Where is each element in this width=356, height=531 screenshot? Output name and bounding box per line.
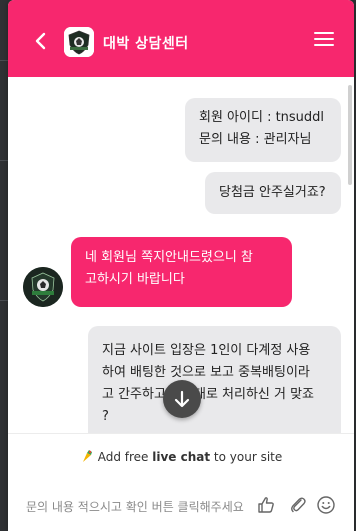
branding-bold: live chat xyxy=(152,450,211,464)
message-line: 회원 아이디 : tnsuddl xyxy=(199,110,325,125)
message-line: 고하시기 바랍니다 xyxy=(85,272,185,287)
paperclip-icon xyxy=(291,497,306,513)
message-line: 당첨금 안주실거죠? xyxy=(219,185,326,200)
message-line: 문의 내용 : 관리자님 xyxy=(199,132,312,147)
brand-logo xyxy=(64,27,94,57)
attach-button[interactable] xyxy=(288,495,308,515)
branding-prefix: Add free xyxy=(97,450,153,464)
back-button[interactable] xyxy=(30,30,52,52)
emoji-icon xyxy=(317,496,335,514)
message-line: 고 간주하고 규정대로 처리하신 거 맞죠 xyxy=(102,387,315,402)
background-divider xyxy=(0,160,8,161)
emoji-button[interactable] xyxy=(316,495,336,515)
livechat-logo-icon xyxy=(82,450,92,462)
chat-title: 대박 상담센터 xyxy=(103,36,189,52)
menu-button[interactable] xyxy=(314,32,334,48)
visitor-message: 당첨금 안주실거죠? xyxy=(205,172,341,214)
background-divider xyxy=(0,300,8,301)
visitor-message: 지금 사이트 입장은 1인이 다계정 사용 하여 배팅한 것으로 보고 중복배팅… xyxy=(88,326,341,433)
thumbs-up-button[interactable] xyxy=(256,495,276,515)
branding-suffix: to your site xyxy=(210,450,283,464)
message-scrollbar[interactable] xyxy=(348,85,352,185)
arrow-down-icon xyxy=(174,390,190,408)
thumbs-up-icon xyxy=(258,497,274,513)
message-line: 네 회원님 쪽지안내드렸으니 참 xyxy=(85,250,253,265)
chat-widget: 대박 상담센터 회원 아이디 : tnsuddl 문의 내용 : 관리자님 당첨… xyxy=(8,0,354,531)
agent-message: 네 회원님 쪽지안내드렸으니 참 고하시기 바랍니다 xyxy=(71,237,292,307)
chat-header: 대박 상담센터 xyxy=(8,0,354,77)
message-input[interactable] xyxy=(24,496,258,518)
scroll-down-button[interactable] xyxy=(163,380,201,418)
hamburger-menu-icon xyxy=(314,44,334,46)
background-divider xyxy=(0,60,8,61)
chevron-left-icon xyxy=(35,32,46,50)
hamburger-menu-icon xyxy=(314,32,334,34)
visitor-message: 회원 아이디 : tnsuddl 문의 내용 : 관리자님 xyxy=(185,98,341,162)
hamburger-menu-icon xyxy=(314,38,334,40)
agent-avatar xyxy=(23,267,63,307)
composer-divider xyxy=(8,433,354,434)
message-line: ? xyxy=(102,409,109,424)
message-line: 지금 사이트 입장은 1인이 다계정 사용 xyxy=(102,343,311,358)
message-line: 하여 배팅한 것으로 보고 중복배팅이라 xyxy=(102,365,310,380)
branding-link[interactable]: Add free live chat to your site xyxy=(8,449,354,464)
